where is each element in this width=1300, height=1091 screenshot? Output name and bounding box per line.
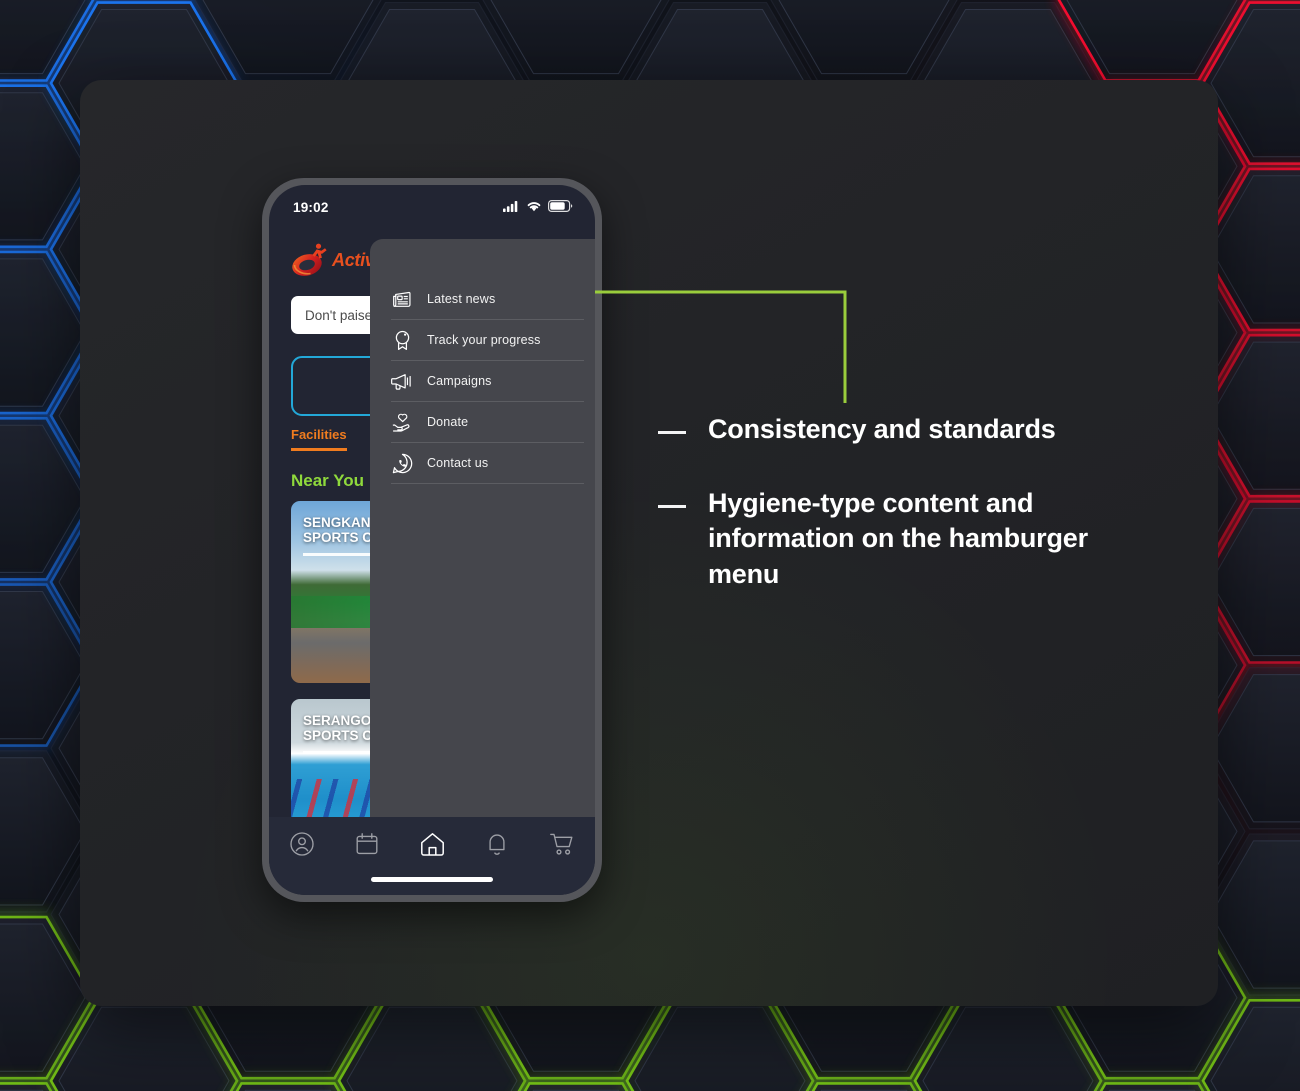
drawer-menu: Latest news Track your progress Campaign… <box>391 279 584 484</box>
status-bar: 19:02 <box>269 185 595 229</box>
phone-screen: 19:02 ActiveS Don't paise Facilities Nea… <box>269 185 595 895</box>
newspaper-icon <box>391 288 413 310</box>
dash-icon <box>658 504 686 508</box>
menu-item-track-your-progress[interactable]: Track your progress <box>391 320 584 361</box>
user-circle-icon[interactable] <box>289 831 315 857</box>
dash-icon <box>658 431 686 434</box>
menu-item-contact-us[interactable]: Contact us <box>391 443 584 484</box>
battery-icon <box>548 199 573 215</box>
annotation-item: Consistency and standards <box>658 412 1138 448</box>
heart-in-hand-icon <box>391 411 413 433</box>
menu-item-label: Donate <box>427 415 469 429</box>
annotation-text: Consistency and standards <box>708 414 1056 444</box>
menu-item-latest-news[interactable]: Latest news <box>391 279 584 320</box>
search-placeholder-text: Don't paise <box>305 307 373 323</box>
calendar-icon[interactable] <box>354 831 380 857</box>
annotation-item: Hygiene-type content and information on … <box>658 486 1138 593</box>
signal-bars-icon <box>503 200 520 215</box>
menu-item-label: Track your progress <box>427 333 541 347</box>
home-icon[interactable] <box>419 831 445 857</box>
hamburger-drawer: Latest news Track your progress Campaign… <box>370 239 595 829</box>
home-indicator <box>371 877 493 882</box>
near-you-heading: Near You <box>291 471 365 490</box>
medal-ribbon-icon <box>391 329 413 351</box>
slide-stage: 19:02 ActiveS Don't paise Facilities Nea… <box>0 0 1300 1091</box>
menu-item-donate[interactable]: Donate <box>391 402 584 443</box>
activesg-logo-icon <box>291 243 329 277</box>
status-time: 19:02 <box>293 199 329 215</box>
menu-item-label: Contact us <box>427 456 489 470</box>
menu-item-campaigns[interactable]: Campaigns <box>391 361 584 402</box>
bell-icon[interactable] <box>484 831 510 857</box>
tab-facilities[interactable]: Facilities <box>291 427 347 451</box>
wifi-icon <box>526 200 542 215</box>
cart-icon[interactable] <box>549 831 575 857</box>
phone-chat-icon <box>391 452 413 474</box>
menu-item-label: Latest news <box>427 292 496 306</box>
annotation-list: Consistency and standards Hygiene-type c… <box>658 412 1138 631</box>
phone-mockup: 19:02 ActiveS Don't paise Facilities Nea… <box>262 178 602 902</box>
bottom-navigation-bar <box>269 817 595 895</box>
menu-item-label: Campaigns <box>427 374 492 388</box>
megaphone-icon <box>391 370 413 392</box>
annotation-text: Hygiene-type content and information on … <box>708 487 1088 589</box>
